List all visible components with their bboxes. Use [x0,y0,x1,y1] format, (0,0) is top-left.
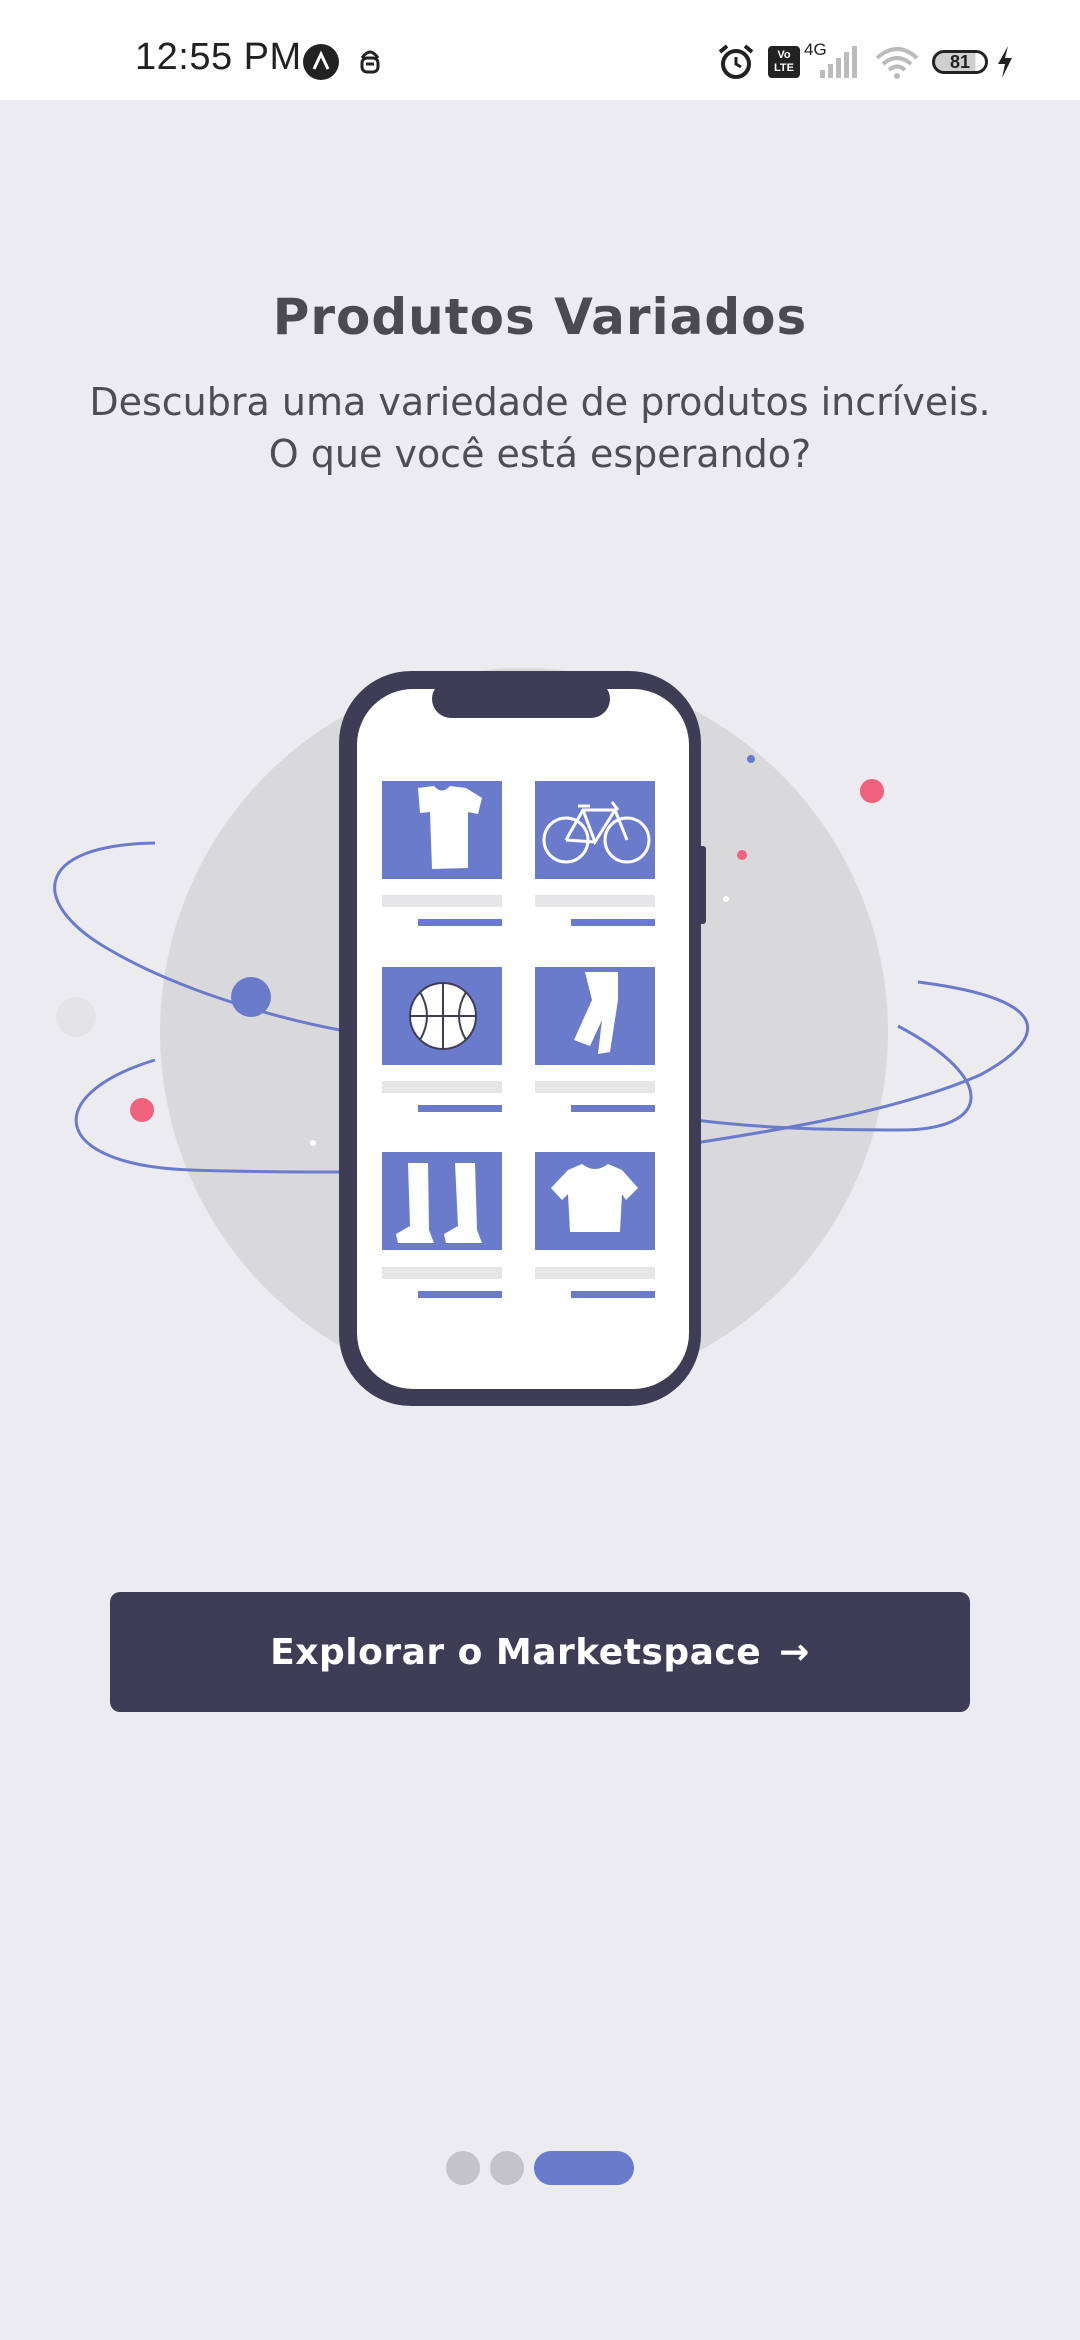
explore-button-label: Explorar o Marketspace [270,1631,762,1673]
volte-icon: Vo LTE [768,46,800,78]
pink-dot [860,779,884,803]
blue-dot [747,755,755,763]
price-line [418,1291,502,1298]
battery-icon: 81 [932,50,988,74]
phone-notch [432,680,610,718]
pink-dot [130,1098,154,1122]
pink-dot [737,850,747,860]
app-a-icon [303,44,339,80]
white-dot [310,1140,316,1146]
notification-bug-icon [360,50,380,74]
page-indicator [446,2151,634,2185]
basketball-icon [409,982,477,1050]
page-title: Produtos Variados [272,288,808,346]
page-dot-1[interactable] [446,2151,480,2185]
orbit-planet [231,977,271,1017]
products-illustration [53,668,1029,1406]
page-dot-2[interactable] [490,2151,524,2185]
status-time: 12:55 PM [135,36,302,78]
price-line [571,1105,655,1112]
status-bar: 12:55 PM Vo LTE 4G 81 [0,0,1080,100]
placeholder-line [382,1081,502,1093]
alarm-icon [718,44,754,79]
placeholder-line [382,1267,502,1279]
placeholder-line [535,1081,655,1093]
price-line [571,919,655,926]
decorative-dot [56,997,96,1037]
signal-icon [820,46,857,78]
subtitle-line-2: O que você está esperando? [268,432,812,476]
explore-marketspace-button[interactable]: Explorar o Marketspace → [110,1592,970,1712]
subtitle-line-1: Descubra uma variedade de produtos incrí… [89,380,991,424]
placeholder-line [382,895,502,907]
charging-icon [998,46,1012,78]
placeholder-line [535,895,655,907]
price-line [418,1105,502,1112]
price-line [571,1291,655,1298]
product-card-bicycle [535,781,655,879]
white-dot [723,896,729,902]
page-dot-3-active[interactable] [534,2151,634,2185]
phone-side-button [698,846,706,924]
arrow-right-icon: → [779,1631,810,1673]
price-line [418,919,502,926]
page-subtitle: Descubra uma variedade de produtos incrí… [40,376,1040,480]
wifi-icon [875,47,919,79]
placeholder-line [535,1267,655,1279]
